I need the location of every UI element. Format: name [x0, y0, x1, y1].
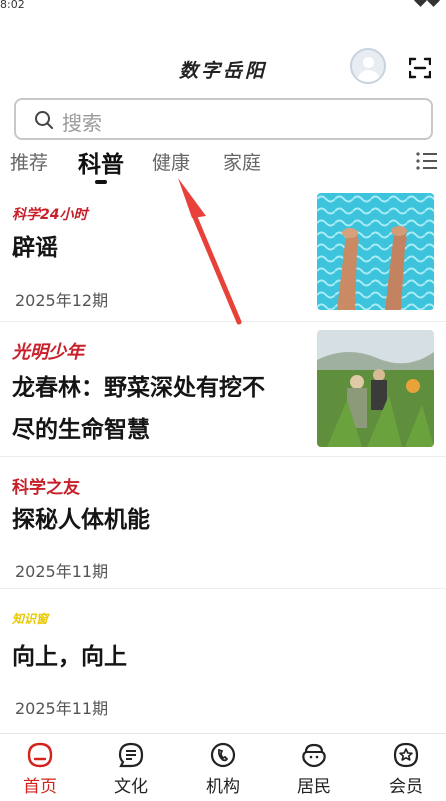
scan-icon[interactable] — [409, 57, 431, 79]
home-icon — [27, 742, 53, 768]
issue-date: 2025年12期 — [15, 291, 109, 310]
nav-residents[interactable]: 居民 — [274, 742, 354, 797]
issue-date: 2025年11期 — [15, 699, 109, 718]
tab-science[interactable]: 科普 — [78, 145, 124, 179]
article-title: 探秘人体机能 — [12, 507, 150, 533]
nav-culture[interactable]: 文化 — [91, 742, 171, 797]
article-title: 向上，向上 — [12, 644, 127, 670]
search-input[interactable]: 搜索 — [14, 98, 433, 140]
search-icon — [35, 111, 53, 129]
tab-family[interactable]: 家庭 — [223, 148, 261, 175]
tab-recommend[interactable]: 推荐 — [10, 148, 48, 175]
list-item[interactable]: 知识窗 向上，向上 2025年11期 — [0, 590, 446, 728]
magazine-logo: 科学之友 — [12, 478, 80, 498]
nav-home-label: 首页 — [23, 777, 57, 797]
app-header: 数字岳阳 — [0, 48, 446, 90]
search-placeholder: 搜索 — [62, 111, 102, 135]
nav-residents-label: 居民 — [297, 777, 331, 797]
magazine-logo: 知识窗 — [12, 612, 49, 626]
nav-home[interactable]: 首页 — [0, 742, 80, 797]
article-title-line1: 龙春林：野菜深处有挖不 — [12, 375, 265, 401]
status-icons — [414, 0, 440, 7]
magazine-logo: 科学24小时 — [12, 207, 88, 223]
avatar[interactable] — [350, 48, 386, 84]
arrow-annotation — [178, 178, 242, 325]
member-icon — [393, 742, 419, 768]
article-thumbnail — [317, 193, 434, 310]
list-item[interactable]: 科学之友 探秘人体机能 2025年11期 — [0, 458, 446, 589]
tab-health[interactable]: 健康 — [152, 148, 190, 175]
active-tab-indicator — [95, 180, 107, 184]
nav-culture-label: 文化 — [114, 777, 148, 797]
menu-list-icon[interactable] — [416, 151, 438, 171]
article-title: 辟谣 — [12, 235, 58, 261]
institution-icon — [210, 742, 236, 768]
nav-member-label: 会员 — [389, 777, 423, 797]
magazine-logo: 光明少年 — [12, 342, 84, 363]
battery-icon — [427, 0, 440, 7]
article-thumbnail — [317, 330, 434, 447]
nav-institution-label: 机构 — [206, 777, 240, 797]
issue-date: 2025年11期 — [15, 562, 109, 581]
culture-icon — [118, 742, 144, 768]
bottom-navigation: 首页 文化 机构 居民 会员 — [0, 733, 446, 801]
status-time: 8:02 — [0, 0, 25, 11]
nav-member[interactable]: 会员 — [366, 742, 446, 797]
list-item[interactable]: 光明少年 龙春林：野菜深处有挖不 尽的生命智慧 — [0, 323, 446, 457]
signal-icon — [414, 0, 427, 7]
article-title-line2: 尽的生命智慧 — [12, 417, 150, 443]
residents-icon — [302, 743, 326, 768]
nav-institution[interactable]: 机构 — [183, 742, 263, 797]
status-bar: 8:02 — [0, 0, 446, 14]
